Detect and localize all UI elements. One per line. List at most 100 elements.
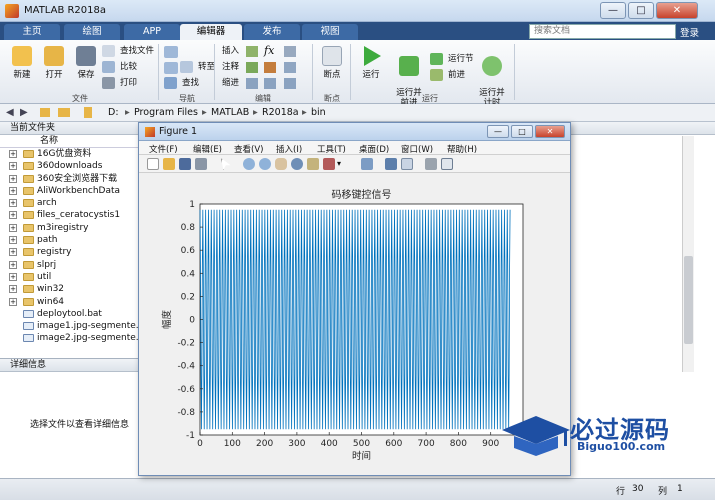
print-figure-icon[interactable] bbox=[195, 158, 207, 170]
name-column-header[interactable]: 名称 bbox=[0, 135, 139, 148]
increase-indent-icon[interactable] bbox=[264, 78, 276, 89]
new-button[interactable]: 新建 bbox=[8, 46, 36, 80]
figure-close-button[interactable]: ✕ bbox=[535, 125, 565, 138]
menu-insert[interactable]: 插入(I) bbox=[276, 143, 302, 155]
tab-editor[interactable]: 编辑器 bbox=[180, 24, 242, 40]
zoom-in-icon[interactable] bbox=[243, 158, 255, 170]
compare-button[interactable]: 比较 bbox=[102, 60, 137, 74]
print-button[interactable]: 打印 bbox=[102, 76, 137, 90]
percent-comment-icon[interactable] bbox=[246, 62, 258, 73]
vertical-scrollbar[interactable] bbox=[682, 136, 694, 372]
link-plot-icon[interactable] bbox=[361, 158, 373, 170]
file-list-item[interactable]: + arch bbox=[0, 197, 139, 209]
run-button[interactable]: 运行 bbox=[356, 46, 386, 80]
hide-tools-icon[interactable] bbox=[425, 158, 437, 170]
expand-icon[interactable]: + bbox=[9, 236, 17, 245]
scrollbar-thumb[interactable] bbox=[684, 256, 693, 344]
expand-icon[interactable]: + bbox=[9, 272, 17, 281]
insert-function-icon[interactable] bbox=[284, 46, 296, 57]
breadcrumb-drive[interactable]: D: bbox=[108, 107, 119, 118]
file-list-item[interactable]: image2.jpg-segmente... bbox=[0, 332, 139, 344]
file-list-item[interactable]: +16G优盘资料 bbox=[0, 148, 139, 160]
smart-indent-icon[interactable] bbox=[246, 78, 258, 89]
data-cursor-icon[interactable] bbox=[307, 158, 319, 170]
save-figure-icon[interactable] bbox=[179, 158, 191, 170]
tab-view[interactable]: 视图 bbox=[302, 24, 358, 40]
figure-maximize-button[interactable]: □ bbox=[511, 125, 533, 138]
tab-plots[interactable]: 绘图 bbox=[64, 24, 120, 40]
expand-icon[interactable]: + bbox=[9, 248, 17, 257]
new-figure-icon[interactable] bbox=[147, 158, 159, 170]
advance-button[interactable]: 前进 bbox=[430, 68, 465, 82]
figure-minimize-button[interactable]: — bbox=[487, 125, 509, 138]
menu-tools[interactable]: 工具(T) bbox=[317, 143, 346, 155]
fx-icon[interactable]: fx bbox=[264, 44, 274, 57]
login-link[interactable]: 登录 bbox=[680, 25, 699, 39]
file-list-item[interactable]: deploytool.bat bbox=[0, 308, 139, 320]
pan-hand-icon[interactable] bbox=[275, 158, 287, 170]
expand-icon[interactable]: + bbox=[9, 260, 17, 269]
open-button[interactable]: 打开 bbox=[40, 46, 68, 80]
decrease-indent-icon[interactable] bbox=[284, 78, 296, 89]
goto-button[interactable]: 转至 bbox=[180, 60, 215, 74]
tab-publish[interactable]: 发布 bbox=[244, 24, 300, 40]
find-files-button[interactable]: 查找文件 bbox=[102, 44, 154, 58]
expand-icon[interactable]: + bbox=[9, 199, 17, 208]
breadcrumb-program-files[interactable]: Program Files bbox=[134, 107, 198, 118]
chevron-down-icon[interactable]: ▾ bbox=[337, 158, 349, 170]
file-list-item[interactable]: + AliWorkbenchData bbox=[0, 185, 139, 197]
run-and-time-button[interactable]: 运行并 计时 bbox=[474, 46, 510, 108]
breadcrumb-release[interactable]: R2018a bbox=[262, 107, 299, 118]
menu-help[interactable]: 帮助(H) bbox=[447, 143, 477, 155]
file-list-item[interactable]: image1.jpg-segmente... bbox=[0, 320, 139, 332]
menu-file[interactable]: 文件(F) bbox=[149, 143, 178, 155]
breakpoints-button[interactable]: 断点 bbox=[318, 46, 346, 80]
minimize-button[interactable]: — bbox=[600, 2, 626, 19]
tab-apps[interactable]: APP bbox=[124, 24, 180, 40]
save-button[interactable]: 保存 bbox=[72, 46, 100, 80]
brush-icon[interactable] bbox=[323, 158, 335, 170]
insert-button[interactable]: 插入 bbox=[222, 44, 239, 58]
menu-view[interactable]: 查看(V) bbox=[234, 143, 263, 155]
file-list-item[interactable]: +360安全浏览器下载 bbox=[0, 173, 139, 185]
colorbar-icon[interactable] bbox=[385, 158, 397, 170]
expand-icon[interactable]: + bbox=[9, 186, 17, 195]
file-list-item[interactable]: + slprj bbox=[0, 259, 139, 271]
expand-icon[interactable]: + bbox=[9, 285, 17, 294]
search-input[interactable]: 搜索文档 bbox=[529, 24, 676, 39]
breadcrumb-matlab[interactable]: MATLAB bbox=[211, 107, 249, 118]
uncomment-icon[interactable] bbox=[264, 62, 276, 73]
menu-desktop[interactable]: 桌面(D) bbox=[359, 143, 389, 155]
expand-icon[interactable]: + bbox=[9, 150, 17, 158]
expand-icon[interactable]: + bbox=[9, 297, 17, 306]
expand-icon[interactable]: + bbox=[9, 211, 17, 220]
forward-button[interactable]: ▶ bbox=[20, 107, 28, 118]
maximize-button[interactable]: □ bbox=[628, 2, 654, 19]
zoom-out-icon[interactable] bbox=[259, 158, 271, 170]
file-list-item[interactable]: +360downloads bbox=[0, 160, 139, 172]
breadcrumb-bin[interactable]: bin bbox=[311, 107, 326, 118]
figure-title-bar[interactable]: Figure 1 — □ ✕ bbox=[139, 123, 570, 141]
wrap-comment-icon[interactable] bbox=[284, 62, 296, 73]
tab-home[interactable]: 主页 bbox=[4, 24, 60, 40]
arrow-left-icon[interactable] bbox=[164, 46, 178, 58]
open-file-icon[interactable] bbox=[163, 158, 175, 170]
run-section-button[interactable]: 运行节 bbox=[430, 52, 474, 66]
close-button[interactable]: ✕ bbox=[656, 2, 698, 19]
expand-icon[interactable]: + bbox=[9, 162, 17, 171]
indent-button[interactable]: 缩进 bbox=[222, 76, 239, 90]
file-list-item[interactable]: + util bbox=[0, 271, 139, 283]
menu-edit[interactable]: 编辑(E) bbox=[193, 143, 222, 155]
file-list-item[interactable]: + m3iregistry bbox=[0, 222, 139, 234]
browse-folder-icon[interactable] bbox=[58, 108, 70, 117]
file-list-item[interactable]: + registry bbox=[0, 246, 139, 258]
rotate-3d-icon[interactable] bbox=[291, 158, 303, 170]
find-button[interactable]: 查找 bbox=[164, 76, 199, 90]
file-list-item[interactable]: + path bbox=[0, 234, 139, 246]
show-tools-icon[interactable] bbox=[441, 158, 453, 170]
insert-section-icon[interactable] bbox=[246, 46, 258, 57]
expand-icon[interactable]: + bbox=[9, 174, 17, 183]
file-list-item[interactable]: + files_ceratocystis1 bbox=[0, 209, 139, 221]
expand-icon[interactable]: + bbox=[9, 223, 17, 232]
menu-window[interactable]: 窗口(W) bbox=[401, 143, 433, 155]
